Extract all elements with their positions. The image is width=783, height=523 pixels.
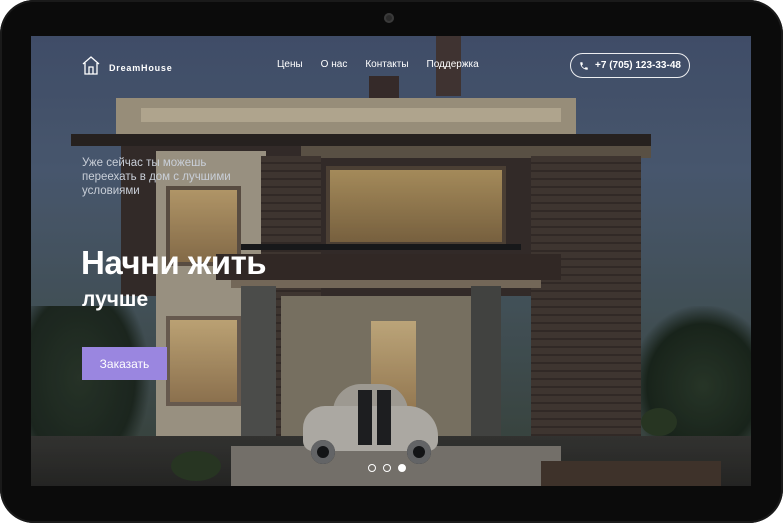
logo-text: DreamHouse: [109, 63, 173, 73]
phone-icon: [580, 61, 588, 70]
hero-title: Начни жить: [81, 244, 267, 281]
slider-pagination: [368, 464, 406, 472]
hero-subtitle: Уже сейчас ты можешь переехать в дом с л…: [82, 157, 231, 197]
slider-dot-active[interactable]: [398, 464, 406, 472]
nav-link-prices[interactable]: Цены: [277, 59, 303, 70]
nav-link-support[interactable]: Поддержка: [427, 59, 479, 70]
tablet-frame: DreamHouse Цены О нас Контакты Поддержка…: [0, 0, 783, 523]
logo[interactable]: DreamHouse: [81, 55, 173, 75]
slider-dot[interactable]: [368, 464, 376, 472]
nav-link-contacts[interactable]: Контакты: [365, 59, 408, 70]
nav-link-about[interactable]: О нас: [321, 59, 348, 70]
hero-title-second-line: лучше: [82, 288, 149, 311]
screen: DreamHouse Цены О нас Контакты Поддержка…: [31, 36, 751, 486]
house-outline-icon: [82, 56, 100, 75]
camera-icon: [384, 13, 394, 23]
slider-dot[interactable]: [383, 464, 391, 472]
top-navigation: DreamHouse Цены О нас Контакты Поддержка…: [31, 36, 751, 96]
main-menu: Цены О нас Контакты Поддержка: [277, 59, 479, 70]
phone-button[interactable]: +7 (705) 123-33-48: [570, 53, 690, 78]
order-button[interactable]: Заказать: [82, 347, 167, 380]
phone-number: +7 (705) 123-33-48: [595, 60, 681, 71]
